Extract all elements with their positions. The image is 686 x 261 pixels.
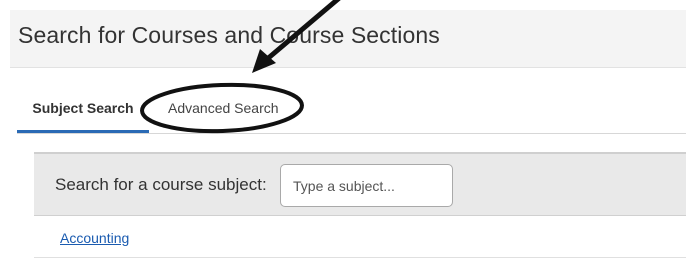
tab-advanced-search[interactable]: Advanced Search: [168, 86, 288, 133]
subject-search-input[interactable]: [280, 164, 453, 207]
page: Search for Courses and Course Sections S…: [0, 0, 686, 261]
page-header: Search for Courses and Course Sections: [10, 10, 686, 68]
tab-subject-search[interactable]: Subject Search: [17, 86, 149, 133]
page-title: Search for Courses and Course Sections: [18, 22, 440, 48]
tab-bar: Subject Search Advanced Search: [17, 86, 686, 134]
subject-search-panel: Search for a course subject:: [34, 152, 686, 216]
list-item: Accounting: [34, 216, 686, 258]
search-label: Search for a course subject:: [55, 175, 267, 194]
subject-link-accounting[interactable]: Accounting: [60, 230, 129, 246]
